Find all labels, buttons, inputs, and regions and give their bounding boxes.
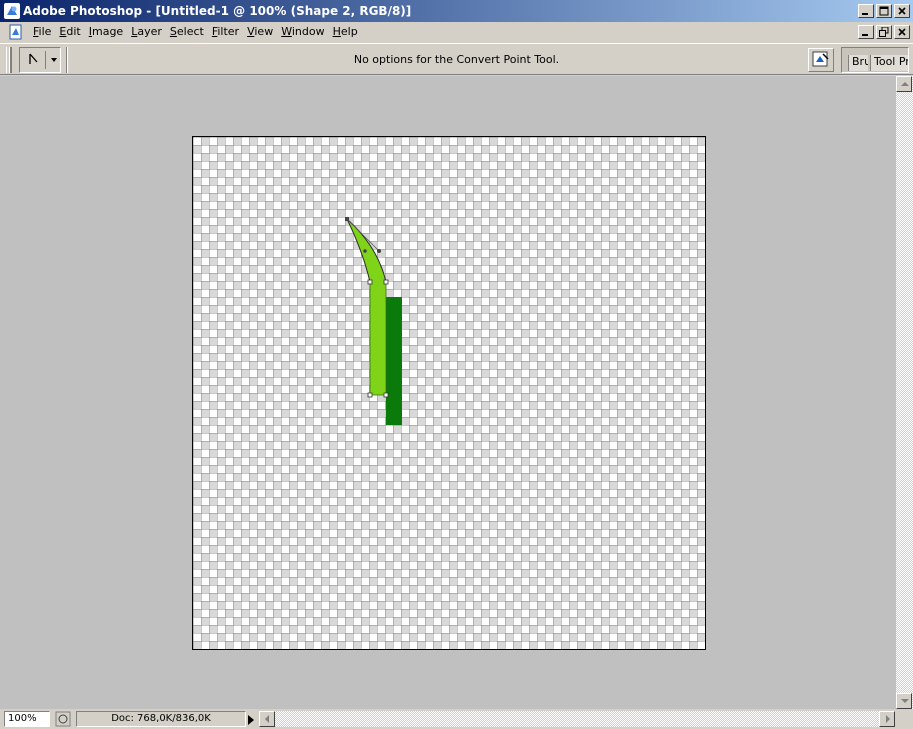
scroll-right-button[interactable] [879,711,895,727]
document-icon[interactable] [8,24,24,40]
menu-image[interactable]: Image [85,25,127,38]
arrow-left-icon [265,715,269,723]
file-browser-button[interactable] [808,48,834,72]
status-menu-arrow-icon[interactable] [248,715,254,725]
horizontal-scrollbar[interactable] [259,711,895,727]
anchor-point[interactable] [383,279,389,285]
arrow-right-icon [886,715,890,723]
status-bar: 100% Doc: 768,0K/836,0K [0,709,913,729]
menu-view[interactable]: View [243,25,277,38]
light-green-curved-shape[interactable] [346,218,387,396]
options-message: No options for the Convert Point Tool. [353,53,560,66]
doc-minimize-button[interactable] [858,25,874,39]
window-title: Adobe Photoshop - [Untitled-1 @ 100% (Sh… [23,4,412,18]
dark-green-rectangle-shape[interactable] [386,297,402,425]
menu-help[interactable]: Help [329,25,362,38]
maximize-icon [879,6,889,16]
palette-tab-brushes[interactable]: Bru [848,55,868,71]
shape-layer-graphics[interactable] [193,137,706,650]
menu-file[interactable]: File [29,25,55,38]
document-size-info: Doc: 768,0K/836,0K [76,711,246,727]
direction-handle[interactable] [363,249,367,253]
arrow-up-icon [901,82,909,86]
direction-handle[interactable] [377,249,381,253]
close-icon [898,7,906,15]
zoom-field[interactable]: 100% [4,711,50,727]
palette-tab-tool-presets[interactable]: Tool Pr [870,55,908,71]
doc-restore-button[interactable] [876,25,892,39]
photoshop-app-icon[interactable] [4,3,20,19]
minimize-icon [862,34,868,36]
menu-select[interactable]: Select [166,25,208,38]
arrow-down-icon [901,699,909,703]
menu-layer[interactable]: Layer [127,25,166,38]
scroll-down-button[interactable] [896,693,912,709]
anchor-point[interactable] [383,392,389,398]
maximize-button[interactable] [876,4,892,18]
close-icon [898,28,906,36]
scroll-up-button[interactable] [896,76,912,92]
status-info-icon[interactable] [55,711,71,727]
minimize-button[interactable] [858,4,874,18]
title-bar: Adobe Photoshop - [Untitled-1 @ 100% (Sh… [0,0,913,22]
menu-edit[interactable]: Edit [55,25,84,38]
menu-filter[interactable]: Filter [208,25,243,38]
options-bar: No options for the Convert Point Tool. B… [0,43,913,75]
menu-bar: File Edit Image Layer Select Filter View… [0,22,913,42]
document-workspace[interactable] [0,76,896,709]
minimize-icon [862,13,868,15]
anchor-point[interactable] [345,217,349,221]
close-button[interactable] [894,4,910,18]
restore-icon [879,27,889,37]
anchor-point[interactable] [367,392,373,398]
anchor-point[interactable] [367,279,373,285]
doc-close-button[interactable] [894,25,910,39]
scroll-left-button[interactable] [259,711,275,727]
document-canvas[interactable] [192,136,706,650]
vertical-scrollbar[interactable] [896,76,913,709]
palette-well: Bru Tool Pr [841,47,909,73]
file-browser-icon [812,51,829,67]
menu-window[interactable]: Window [277,25,328,38]
